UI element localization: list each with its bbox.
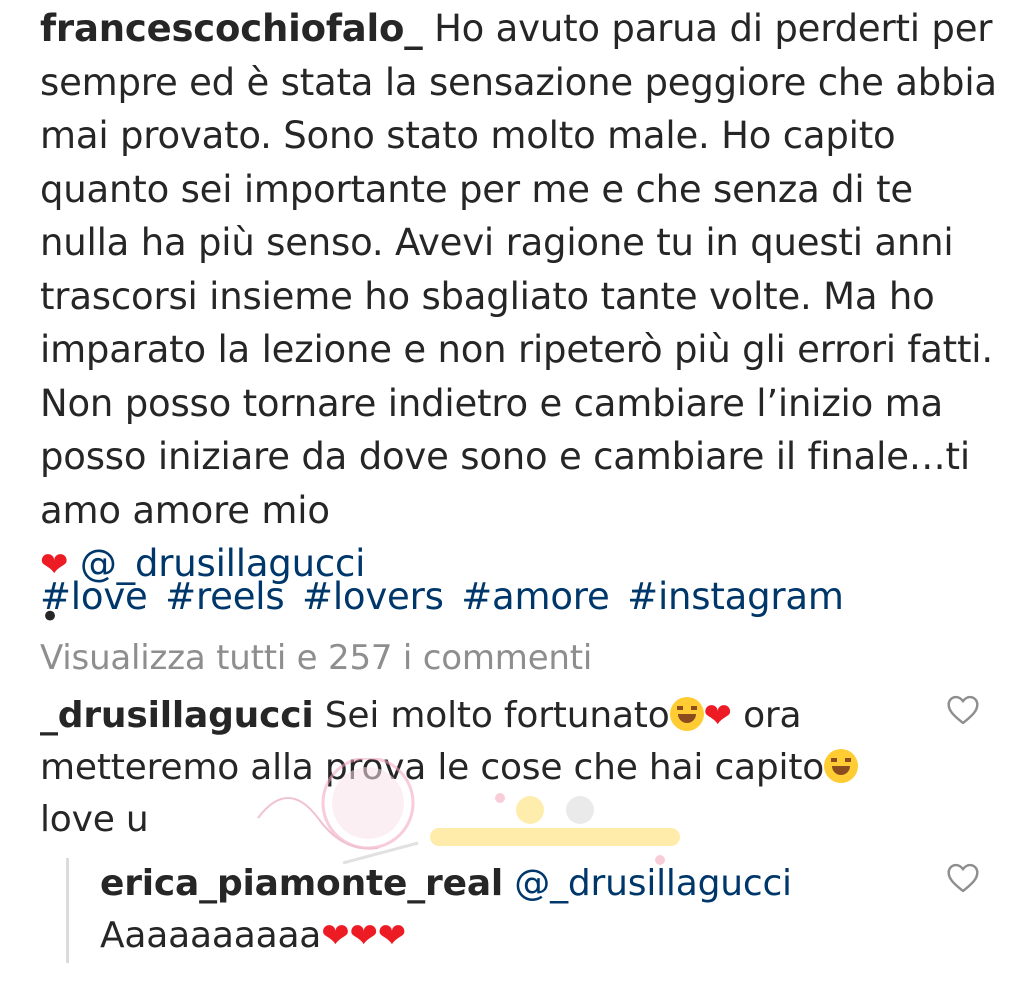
post-caption: francescochiofalo_ Ho avuto parua di per… [40, 2, 1000, 641]
post-author-username[interactable]: francescochiofalo_ [40, 7, 423, 50]
reply-mention[interactable]: @_drusillagucci [514, 863, 792, 904]
hashtag-amore[interactable]: #amore [461, 575, 610, 618]
laughing-emoji [824, 749, 859, 783]
heart-outline-icon[interactable] [946, 863, 980, 893]
caption-text: Ho avuto parua di perderti per sempre ed… [40, 7, 997, 532]
comment-item: _drusillagucci Sei molto fortunato ❤ ora … [40, 690, 920, 846]
hashtag-reels[interactable]: #reels [165, 575, 284, 618]
reply-thread-line [66, 858, 69, 963]
red-hearts-emoji: ❤❤❤ [321, 916, 407, 956]
view-all-comments-link[interactable]: Visualizza tutti e 257 i commenti [40, 633, 592, 683]
hashtag-list: #love #reels #lovers #amore #instagram [40, 570, 850, 623]
hashtag-lovers[interactable]: #lovers [302, 575, 444, 618]
laughing-emoji [669, 697, 704, 731]
hashtag-instagram[interactable]: #instagram [627, 575, 844, 618]
red-heart-emoji: ❤ [703, 696, 732, 736]
hashtag-love[interactable]: #love [40, 575, 148, 618]
comment-text-part-1: Sei molto fortunato [324, 695, 670, 736]
reply-item: erica_piamonte_real @_drusillagucci Aaaa… [100, 858, 920, 962]
reply-text: Aaaaaaaaaa [100, 915, 322, 956]
comment-author-username[interactable]: _drusillagucci [40, 695, 314, 736]
reply-author-username[interactable]: erica_piamonte_real [100, 863, 503, 904]
heart-outline-icon[interactable] [946, 695, 980, 725]
comment-text-part-3: love u [40, 799, 149, 840]
